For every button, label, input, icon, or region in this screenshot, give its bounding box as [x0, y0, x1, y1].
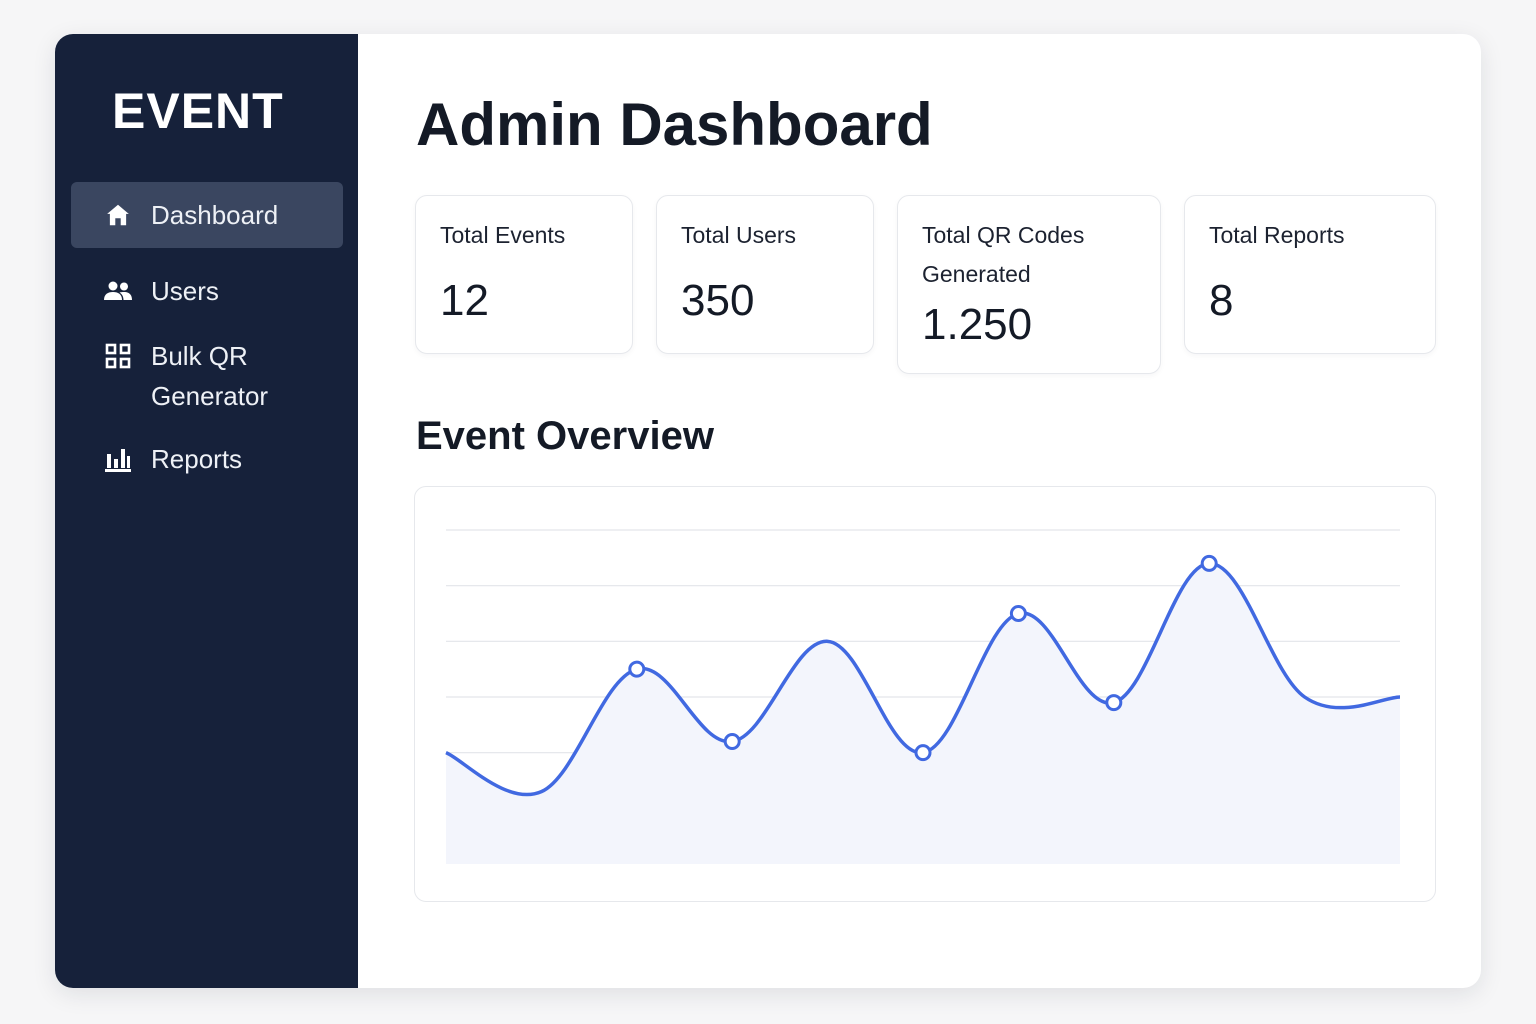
- stat-label: Total QR Codes Generated: [922, 222, 1085, 287]
- sidebar-item-dashboard[interactable]: Dashboard: [71, 182, 343, 248]
- main-content: Admin Dashboard Total Events 12 Total Us…: [358, 34, 1481, 988]
- users-icon: [103, 276, 133, 306]
- stat-value: 12: [440, 276, 489, 325]
- chart-point[interactable]: [1200, 554, 1218, 572]
- page-title: Admin Dashboard: [416, 91, 933, 158]
- stat-label: Total Users: [681, 222, 797, 248]
- brand-logo: EVENT: [112, 83, 284, 139]
- stat-value: 350: [681, 276, 755, 325]
- event-overview-chart: [414, 486, 1436, 902]
- sidebar-item-reports[interactable]: Reports: [71, 426, 343, 492]
- sidebar-nav: Dashboard Users Bulk QR Generator Report…: [71, 182, 343, 492]
- sidebar-item-label: Reports: [151, 444, 243, 474]
- stat-card-total-events: Total Events 12: [415, 195, 633, 354]
- chart-point[interactable]: [723, 733, 741, 751]
- stat-value: 8: [1209, 276, 1234, 325]
- sidebar-item-label: Bulk QR Generator: [151, 336, 268, 416]
- chart-point[interactable]: [628, 660, 646, 678]
- chart-point[interactable]: [1009, 605, 1027, 622]
- stat-label: Total Events: [440, 222, 566, 248]
- chart-point[interactable]: [914, 744, 932, 762]
- sidebar-item-label: Users: [151, 276, 219, 306]
- sidebar-item-users[interactable]: Users: [71, 258, 343, 324]
- sidebar-item-label-line1: Bulk QR: [151, 341, 248, 371]
- stat-card-total-qr-codes: Total QR Codes Generated 1.250: [897, 195, 1161, 374]
- section-title-event-overview: Event Overview: [416, 414, 714, 458]
- app-window: EVENT Dashboard Users Bulk QR Generator …: [55, 34, 1481, 988]
- sidebar: EVENT Dashboard Users Bulk QR Generator …: [55, 34, 358, 988]
- sidebar-item-bulk-qr-generator[interactable]: Bulk QR Generator: [71, 332, 343, 416]
- sidebar-item-label-line2: Generator: [151, 381, 269, 411]
- qr-grid-icon: [103, 341, 133, 371]
- stat-card-total-users: Total Users 350: [656, 195, 874, 354]
- stat-label: Total Reports: [1209, 222, 1345, 248]
- bar-chart-icon: [103, 444, 133, 474]
- home-icon: [103, 200, 133, 230]
- chart-point[interactable]: [1105, 694, 1123, 712]
- stat-value: 1.250: [922, 300, 1033, 349]
- chart-area-fill: [446, 563, 1400, 864]
- stat-card-total-reports: Total Reports 8: [1184, 195, 1436, 354]
- sidebar-item-label: Dashboard: [151, 200, 279, 230]
- chart-svg: [445, 529, 1401, 864]
